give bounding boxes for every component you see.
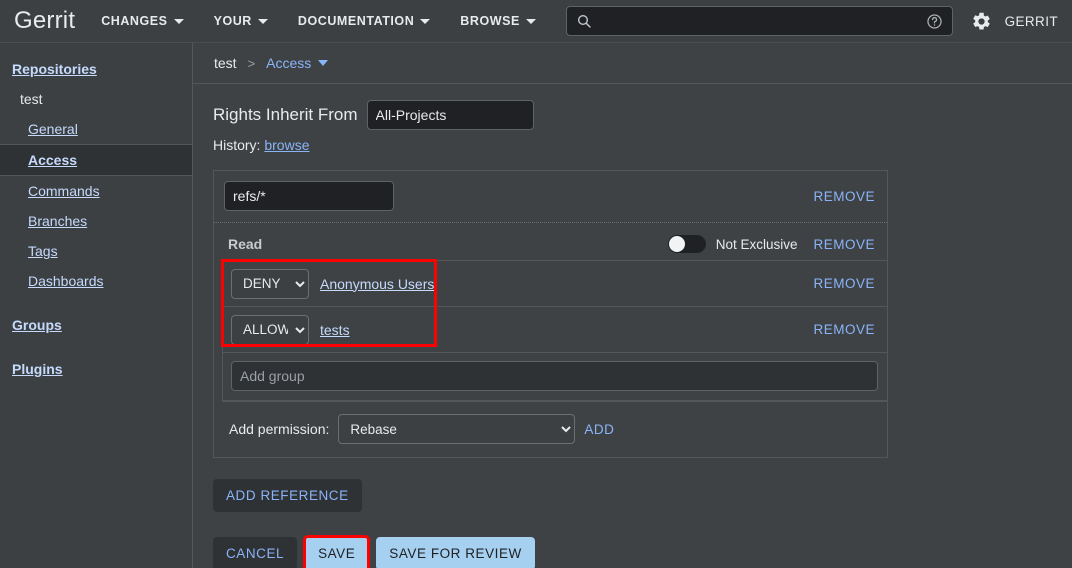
breadcrumb: test > Access (193, 43, 1072, 84)
remove-reference-link[interactable]: REMOVE (813, 189, 875, 204)
cancel-button[interactable]: CANCEL (213, 537, 297, 568)
search-bar[interactable] (566, 6, 953, 36)
exclusive-toggle-label: Not Exclusive (716, 237, 798, 252)
add-group-row (223, 353, 887, 401)
rights-inherit-label: Rights Inherit From (213, 105, 358, 125)
permission-name: Read (228, 236, 262, 252)
add-group-input[interactable] (231, 361, 878, 391)
history-row: History: browse (213, 137, 1072, 153)
header-account-area: GERRIT (953, 11, 1058, 32)
save-button[interactable]: SAVE (305, 537, 368, 568)
history-label: History: (213, 137, 260, 153)
reference-header: REMOVE (214, 171, 887, 223)
sidebar-item-commands[interactable]: Commands (0, 176, 192, 206)
chevron-down-icon (258, 19, 268, 24)
history-browse-link[interactable]: browse (264, 137, 309, 153)
nav-changes[interactable]: CHANGES (101, 14, 183, 28)
rule-group-link-tests[interactable]: tests (320, 322, 350, 338)
search-input[interactable] (592, 13, 926, 30)
gerrit-logo[interactable]: Gerrit (14, 7, 75, 35)
nav-documentation[interactable]: DOCUMENTATION (298, 14, 430, 28)
account-name[interactable]: GERRIT (1005, 14, 1058, 29)
add-permission-row: Add permission: Rebase ADD (222, 402, 887, 457)
sidebar-item-label: Groups (12, 317, 62, 333)
nav-documentation-label: DOCUMENTATION (298, 14, 414, 28)
remove-rule-link-anonymous-users[interactable]: REMOVE (813, 276, 875, 291)
permission-rules-box: DENY Anonymous Users REMOVE ALLOW tests … (222, 260, 887, 402)
breadcrumb-current-label: Access (266, 55, 311, 71)
rule-action-select-allow[interactable]: ALLOW (231, 315, 309, 345)
top-header: Gerrit CHANGES YOUR DOCUMENTATION BROWSE (0, 0, 1072, 43)
sidebar-item-groups[interactable]: Groups (0, 310, 192, 340)
search-icon (576, 13, 592, 29)
help-circle-icon[interactable] (926, 13, 943, 30)
sidebar-item-tags[interactable]: Tags (0, 236, 192, 266)
sidebar-item-label: Branches (28, 213, 87, 229)
sidebar-item-label: Dashboards (28, 273, 104, 289)
chevron-down-icon (526, 19, 536, 24)
sidebar-item-label: Repositories (12, 61, 97, 77)
rule-group-link-anonymous-users[interactable]: Anonymous Users (320, 276, 434, 292)
sidebar-item-test: test (0, 84, 192, 114)
sidebar-item-label: General (28, 121, 78, 137)
save-for-review-button[interactable]: SAVE FOR REVIEW (376, 537, 535, 568)
add-reference-button[interactable]: ADD REFERENCE (213, 479, 362, 512)
reference-panel: REMOVE Read Not Exclusive REMOVE (213, 170, 888, 458)
permission-section: Read Not Exclusive REMOVE (214, 223, 887, 457)
sidebar-item-dashboards[interactable]: Dashboards (0, 266, 192, 296)
sidebar-item-label: Tags (28, 243, 58, 259)
remove-permission-link[interactable]: REMOVE (813, 237, 875, 252)
sidebar-item-label: Plugins (12, 361, 63, 377)
sidebar-item-plugins[interactable]: Plugins (0, 354, 192, 384)
add-permission-button[interactable]: ADD (584, 422, 614, 437)
form-actions: CANCEL SAVE SAVE FOR REVIEW (213, 537, 1072, 568)
breadcrumb-project: test (214, 55, 237, 71)
main-nav: CHANGES YOUR DOCUMENTATION BROWSE (101, 14, 536, 28)
sidebar-item-repositories[interactable]: Repositories (0, 54, 192, 84)
access-content: Rights Inherit From History: browse REMO… (193, 84, 1072, 568)
nav-browse[interactable]: BROWSE (460, 14, 536, 28)
chevron-down-icon (318, 60, 328, 66)
sidebar-divider-2 (0, 340, 192, 354)
table-row: ALLOW tests REMOVE (223, 307, 887, 353)
exclusive-toggle[interactable] (668, 235, 706, 253)
rights-inherit-row: Rights Inherit From (213, 100, 1072, 130)
add-permission-label: Add permission: (229, 421, 329, 437)
remove-rule-link-tests[interactable]: REMOVE (813, 322, 875, 337)
sidebar-divider-1 (0, 296, 192, 310)
nav-browse-label: BROWSE (460, 14, 520, 28)
toggle-knob (669, 236, 685, 252)
sidebar-item-label: Commands (28, 183, 100, 199)
page-body: Repositories test General Access Command… (0, 43, 1072, 568)
sidebar-item-access[interactable]: Access (0, 144, 192, 176)
nav-your[interactable]: YOUR (214, 14, 268, 28)
sidebar: Repositories test General Access Command… (0, 43, 193, 568)
sidebar-item-branches[interactable]: Branches (0, 206, 192, 236)
add-reference-row: ADD REFERENCE (213, 479, 1072, 512)
reference-name-input[interactable] (224, 181, 394, 211)
add-permission-select[interactable]: Rebase (338, 414, 575, 444)
chevron-down-icon (420, 19, 430, 24)
chevron-down-icon (174, 19, 184, 24)
sidebar-item-label: Access (28, 152, 77, 168)
main-content: test > Access Rights Inherit From Histor… (193, 43, 1072, 568)
sidebar-item-general[interactable]: General (0, 114, 192, 144)
gear-icon[interactable] (971, 11, 992, 32)
breadcrumb-separator: > (248, 56, 256, 71)
breadcrumb-current[interactable]: Access (266, 55, 328, 71)
exclusive-toggle-group: Not Exclusive (668, 235, 798, 253)
rights-inherit-input[interactable] (367, 100, 534, 130)
sidebar-item-label: test (20, 91, 43, 107)
nav-your-label: YOUR (214, 14, 252, 28)
permission-header: Read Not Exclusive REMOVE (222, 230, 887, 260)
table-row: DENY Anonymous Users REMOVE (223, 261, 887, 307)
nav-changes-label: CHANGES (101, 14, 167, 28)
rule-action-select-deny[interactable]: DENY (231, 269, 309, 299)
